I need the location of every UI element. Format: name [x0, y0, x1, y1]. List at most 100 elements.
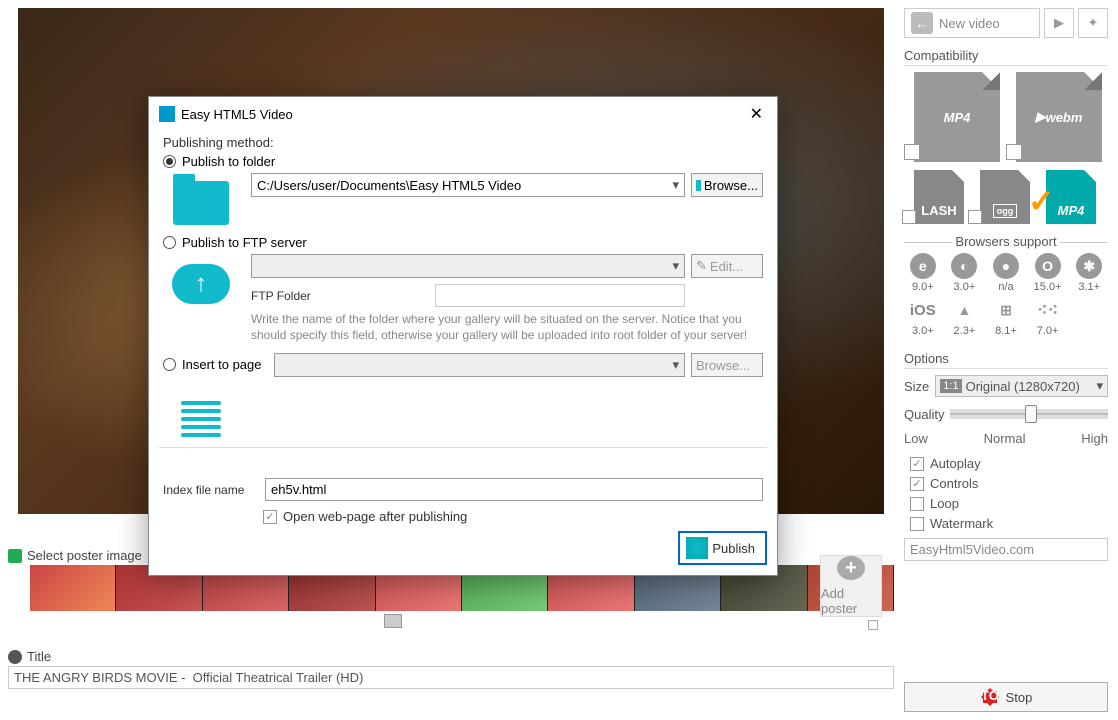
radio-insert-page[interactable]: Insert to page [163, 357, 262, 372]
ftp-folder-label: FTP Folder [251, 289, 431, 303]
wizard-button[interactable]: ✦ [1078, 8, 1108, 38]
new-video-button[interactable]: ← New video [904, 8, 1040, 38]
format-flash[interactable]: LASH [904, 170, 964, 224]
open-webpage-label: Open web-page after publishing [283, 509, 467, 524]
autoplay-checkbox[interactable]: Autoplay [904, 456, 1108, 471]
radio-publish-folder[interactable]: Publish to folder [163, 154, 763, 169]
ftp-hint: Write the name of the folder where your … [251, 311, 763, 343]
poster-check-icon[interactable] [8, 549, 22, 563]
title-input[interactable] [8, 666, 894, 689]
browser-version: 7.0+ [1037, 325, 1059, 337]
controls-label: Controls [930, 476, 978, 491]
publish-dialog: Easy HTML5 Video ✕ Publishing method: Pu… [148, 96, 778, 576]
publish-button[interactable]: Publish [678, 531, 767, 565]
ftp-folder-input[interactable] [435, 284, 685, 307]
checkbox-icon [910, 517, 924, 531]
loop-checkbox[interactable]: Loop [904, 496, 1108, 511]
publishing-method-label: Publishing method: [163, 135, 763, 150]
folder-path-value: C:/Users/user/Documents\Easy HTML5 Video [257, 178, 521, 193]
radio-icon [163, 358, 176, 371]
page-icon [181, 401, 221, 437]
slider-handle[interactable] [1025, 405, 1037, 423]
checkbox-icon [910, 477, 924, 491]
browser-version: 3.0+ [954, 281, 976, 293]
format-webm[interactable]: ▶webm [1006, 72, 1102, 162]
add-poster-button[interactable]: + Add poster [820, 555, 882, 617]
ios-icon: iOS [910, 297, 936, 323]
back-arrow-icon: ← [911, 12, 933, 34]
index-filename-input[interactable] [265, 478, 763, 501]
folder-small-icon [696, 180, 701, 191]
ftp-server-combo[interactable] [251, 254, 685, 278]
publish-icon [686, 537, 708, 559]
controls-checkbox[interactable]: Controls [904, 476, 1108, 491]
q-normal-label: Normal [984, 431, 1026, 446]
format-ogg[interactable]: ogg [970, 170, 1030, 224]
watermark-input[interactable] [904, 538, 1108, 561]
radio-publish-ftp[interactable]: Publish to FTP server [163, 235, 763, 250]
open-webpage-checkbox[interactable]: Open web-page after publishing [263, 509, 763, 524]
quality-label: Quality [904, 407, 944, 422]
browser-version: 3.0+ [912, 325, 934, 337]
chevron-down-icon: ▾ [1096, 378, 1103, 394]
radio-label: Publish to FTP server [182, 235, 307, 250]
folder-path-combo[interactable]: C:/Users/user/Documents\Easy HTML5 Video [251, 173, 685, 197]
webm-icon: ▶webm [1016, 72, 1102, 162]
format-mp4[interactable]: MP4 [904, 72, 1000, 162]
radio-icon [163, 236, 176, 249]
wand-icon: ✦ [1088, 15, 1099, 31]
add-poster-checkbox[interactable] [868, 620, 878, 630]
radio-label: Publish to folder [182, 154, 275, 169]
title-section: Title [8, 649, 894, 689]
upload-icon [172, 264, 230, 304]
autoplay-label: Autoplay [930, 456, 981, 471]
android-icon: ▲ [951, 297, 977, 323]
checkbox-icon [910, 497, 924, 511]
edit-label: Edit... [710, 259, 743, 274]
slider-handle[interactable] [384, 614, 402, 628]
dialog-title: Easy HTML5 Video [181, 107, 293, 122]
new-video-label: New video [939, 16, 1000, 31]
checkbox-icon [263, 510, 277, 524]
webm-checkbox[interactable] [1006, 144, 1022, 160]
ie-icon: e [910, 253, 936, 279]
index-filename-label: Index file name [163, 483, 255, 497]
size-label: Size [904, 379, 929, 394]
opera-icon: O [1035, 253, 1061, 279]
edit-ftp-button[interactable]: ✎ Edit... [691, 254, 763, 278]
browser-version: 9.0+ [912, 281, 934, 293]
browse-label: Browse... [704, 178, 758, 193]
title-label: Title [27, 649, 51, 664]
q-high-label: High [1081, 431, 1108, 446]
thumb[interactable] [30, 565, 116, 611]
close-icon[interactable]: ✕ [746, 104, 767, 124]
poster-slider[interactable] [30, 617, 872, 627]
compatibility-heading: Compatibility [904, 46, 1108, 66]
browse-folder-button[interactable]: Browse... [691, 173, 763, 197]
ogg-checkbox[interactable] [968, 210, 982, 224]
quality-slider[interactable] [950, 409, 1108, 419]
format-mp4low[interactable]: MP4 ✓ [1036, 170, 1096, 224]
stop-button[interactable]: STOP Stop [904, 682, 1108, 712]
size-select[interactable]: 1:1 Original (1280x720) ▾ [935, 375, 1108, 397]
watermark-label: Watermark [930, 516, 993, 531]
main-area: Select poster image + Add poster Title E… [0, 0, 900, 720]
watermark-checkbox[interactable]: Watermark [904, 516, 1108, 531]
browsers-support-heading: Browsers support [904, 234, 1108, 249]
checkbox-icon [910, 457, 924, 471]
film-icon: ▶ [1054, 15, 1064, 31]
page-combo[interactable] [274, 353, 686, 377]
preview-button[interactable]: ▶ [1044, 8, 1074, 38]
chrome-icon: ◐ [951, 253, 977, 279]
windows-icon: ⊞ [993, 297, 1019, 323]
stop-label: Stop [1006, 690, 1033, 705]
mp4-icon: MP4 [914, 72, 1000, 162]
browser-version: n/a [998, 281, 1013, 293]
svg-text:STOP: STOP [980, 688, 1000, 703]
plus-icon: + [837, 556, 865, 580]
title-check-icon[interactable] [8, 650, 22, 664]
browse-label: Browse... [696, 358, 750, 373]
browse-page-button[interactable]: Browse... [691, 353, 763, 377]
mp4-checkbox[interactable] [904, 144, 920, 160]
flash-checkbox[interactable] [902, 210, 916, 224]
